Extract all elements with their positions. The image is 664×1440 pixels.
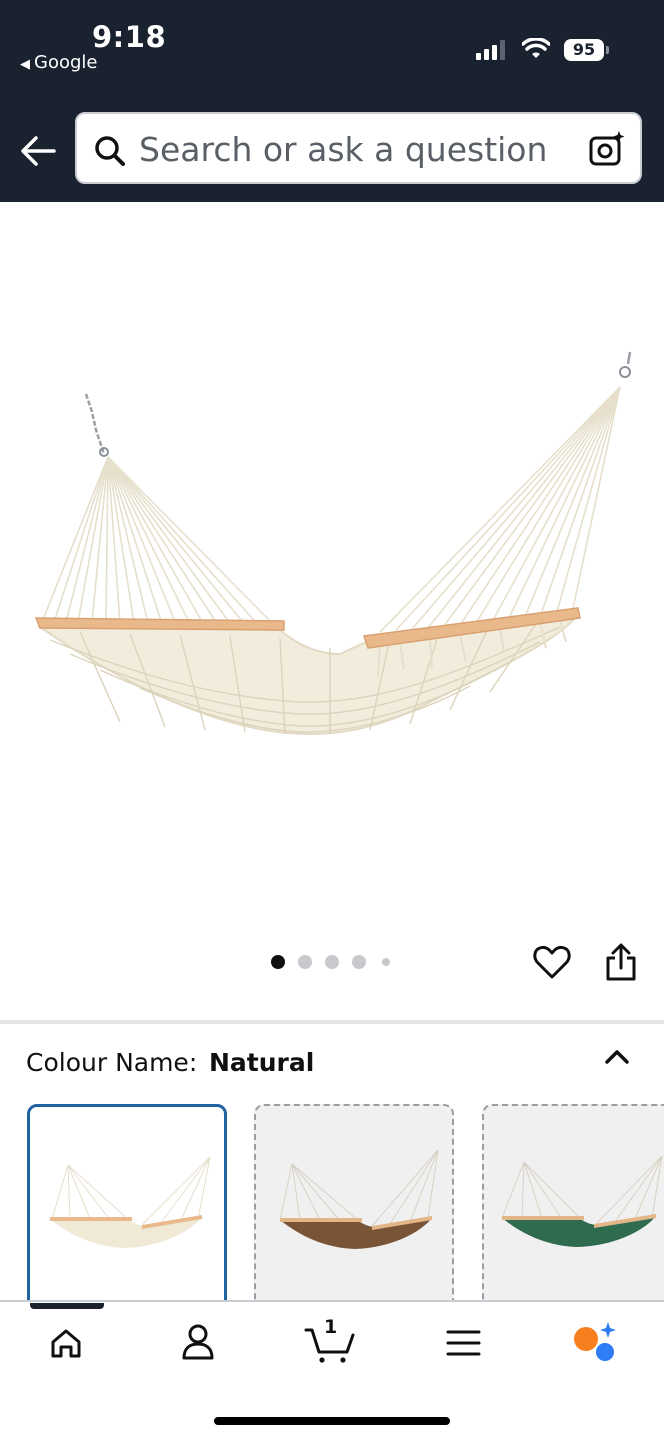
- cart-count-badge: 1: [324, 1316, 338, 1338]
- product-image-hammock[interactable]: [0, 202, 664, 942]
- section-divider: [0, 1020, 664, 1024]
- pager-dot-active[interactable]: [271, 955, 285, 969]
- pager-dot[interactable]: [298, 955, 312, 969]
- chevron-up-icon[interactable]: [602, 1044, 632, 1068]
- home-indicator: [214, 1417, 450, 1425]
- search-bar[interactable]: [75, 112, 642, 184]
- battery-indicator: 95: [564, 39, 604, 61]
- battery-tip: [606, 46, 609, 54]
- search-icon: [95, 136, 125, 166]
- colour-name-label: Colour Name:: [26, 1048, 198, 1077]
- back-triangle-icon: ◀: [20, 57, 30, 72]
- back-to-app-link[interactable]: ◀ Google: [20, 52, 97, 73]
- pager-dot[interactable]: [352, 955, 366, 969]
- back-app-label: Google: [34, 52, 98, 73]
- signal-icon: [476, 40, 505, 60]
- pager-dot[interactable]: [382, 958, 390, 966]
- cart-button[interactable]: 1: [302, 1316, 358, 1368]
- share-icon[interactable]: [602, 942, 640, 982]
- search-input[interactable]: [139, 128, 569, 170]
- back-arrow-icon[interactable]: [18, 130, 58, 170]
- heart-icon[interactable]: [532, 942, 572, 982]
- pager-dot[interactable]: [325, 955, 339, 969]
- camera-lens-icon[interactable]: [588, 130, 626, 168]
- active-tab-indicator: [30, 1303, 104, 1309]
- status-time: 9:18: [92, 20, 167, 54]
- account-icon[interactable]: [170, 1318, 226, 1368]
- home-icon[interactable]: [40, 1318, 96, 1368]
- colour-name-value: Natural: [209, 1048, 315, 1077]
- app-header: 9:18 ◀ Google 95: [0, 0, 664, 202]
- rufus-ai-icon[interactable]: [566, 1318, 622, 1368]
- wifi-icon: [522, 38, 550, 58]
- menu-icon[interactable]: [436, 1318, 492, 1368]
